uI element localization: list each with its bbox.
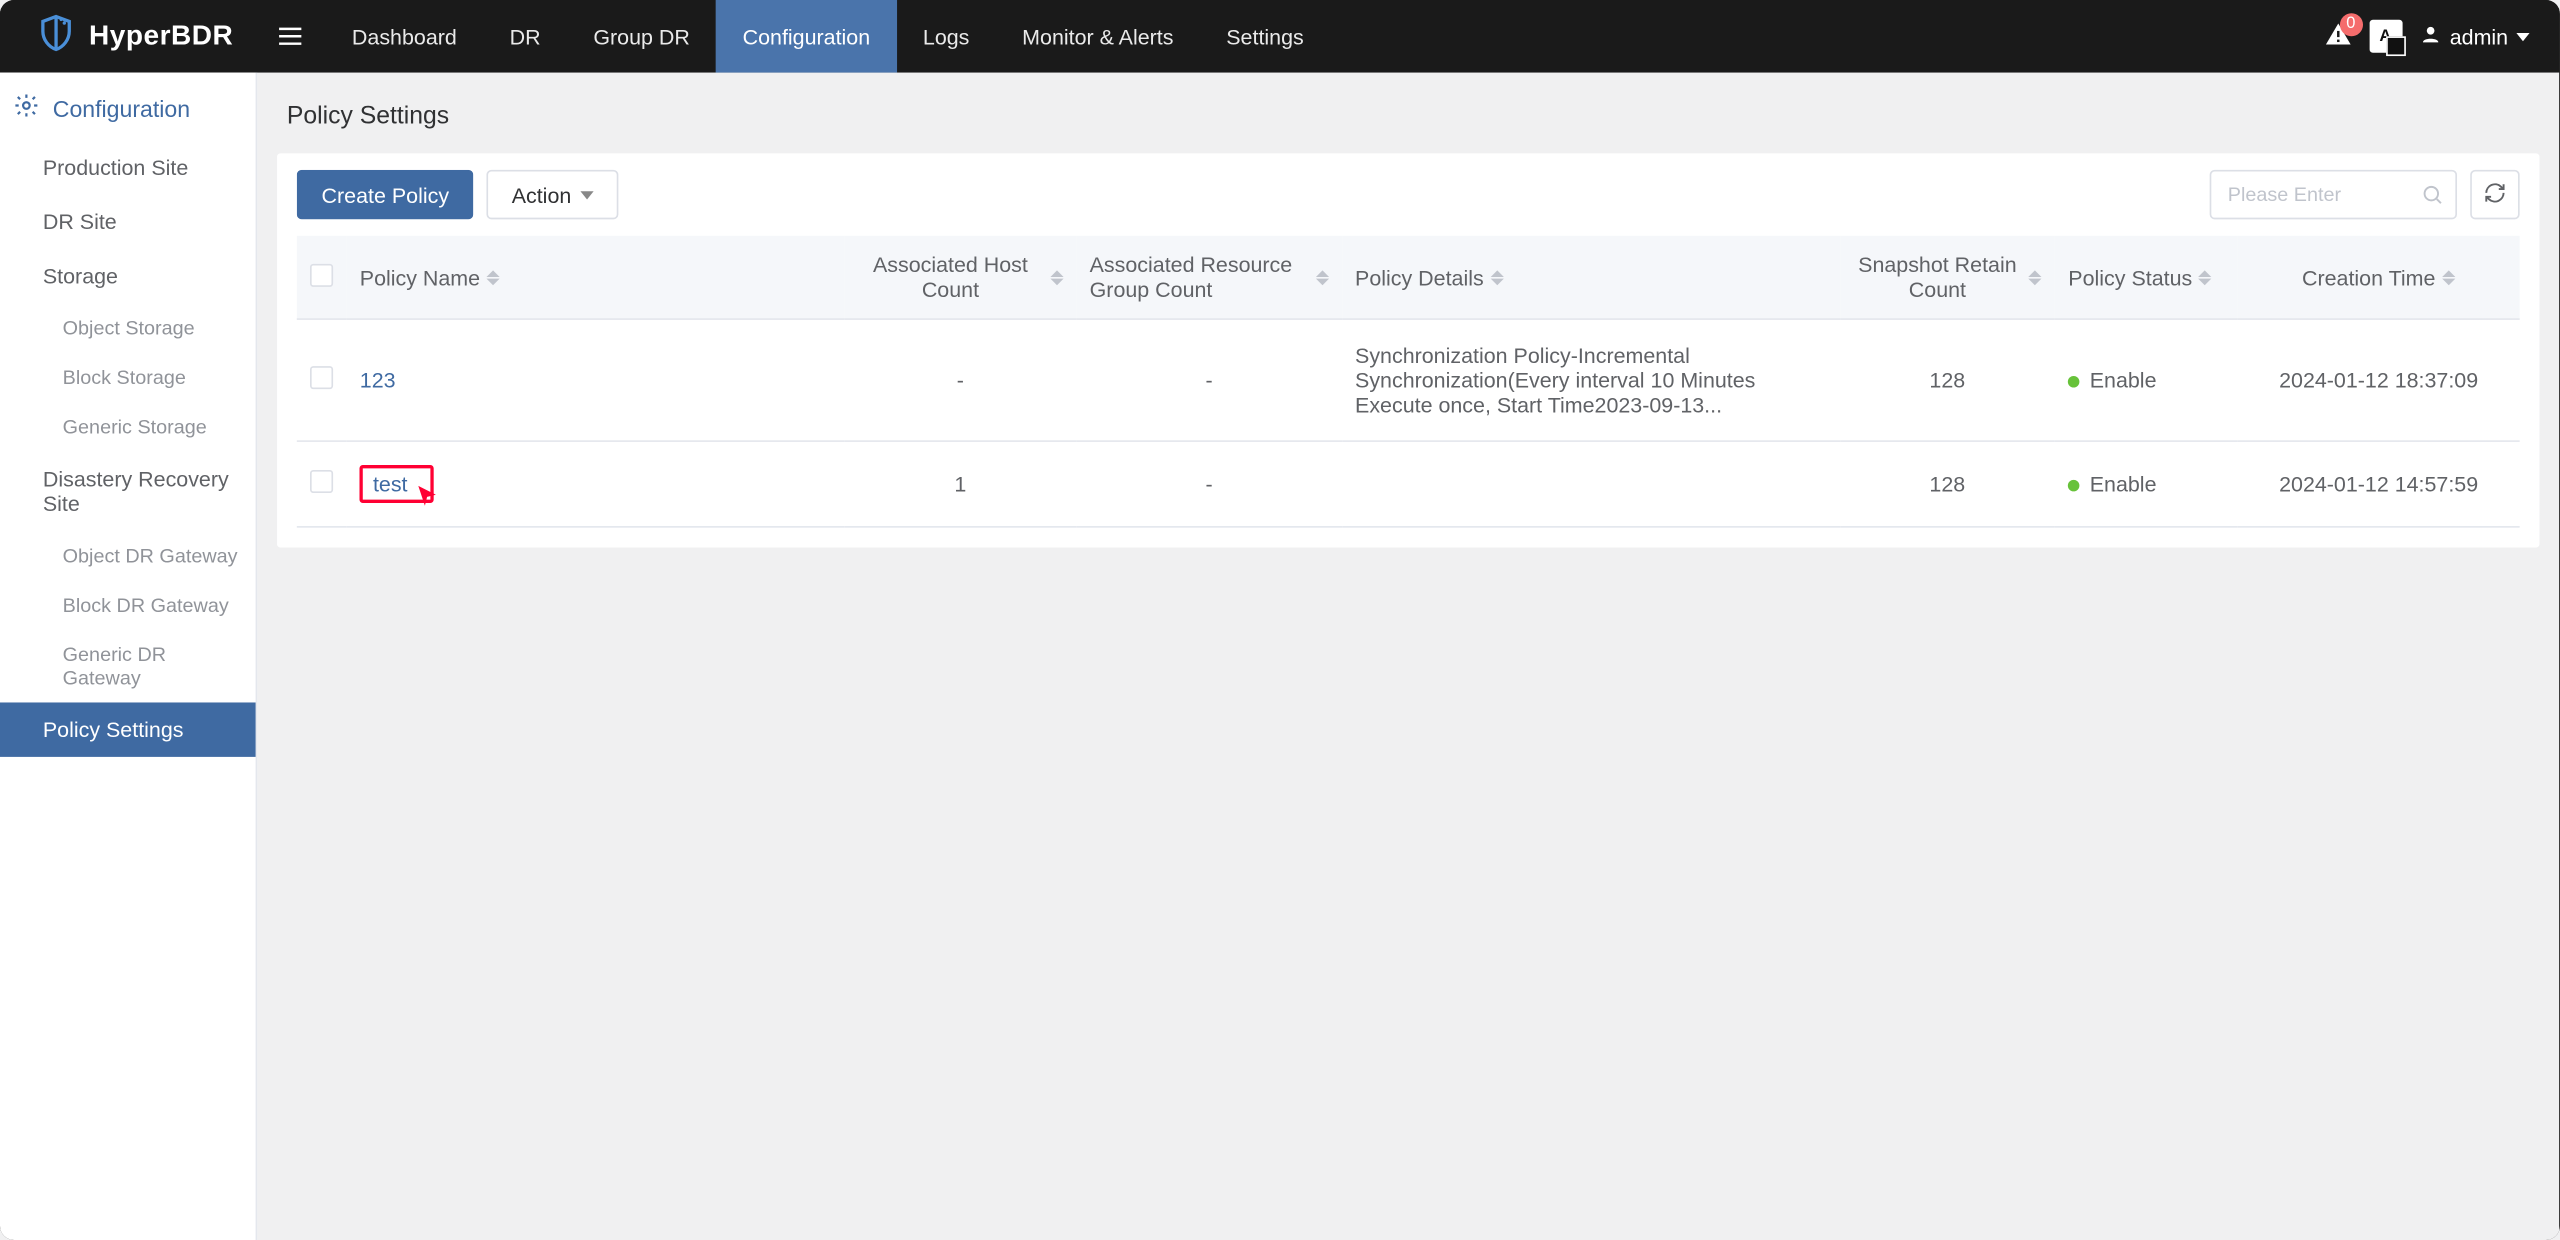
- sidebar-header[interactable]: Configuration: [0, 73, 256, 141]
- col-policy-details[interactable]: Policy Details: [1355, 265, 1484, 290]
- action-dropdown[interactable]: Action: [487, 170, 619, 219]
- sidebar-block-storage[interactable]: Block Storage: [0, 353, 256, 402]
- cell-res: -: [1076, 441, 1341, 527]
- policy-table: Policy Name Associated Host Count Associ…: [297, 236, 2520, 528]
- search-wrap: [2210, 170, 2457, 219]
- sort-icon[interactable]: [1315, 270, 1328, 285]
- cell-time: 2024-01-12 14:57:59: [2238, 441, 2520, 527]
- table-row: test 1 - 128 Enable 2024: [297, 441, 2520, 527]
- language-switch-icon[interactable]: A: [2369, 20, 2402, 53]
- sidebar-object-dr-gateway[interactable]: Object DR Gateway: [0, 531, 256, 580]
- sort-icon[interactable]: [487, 270, 500, 285]
- nav-dr[interactable]: DR: [483, 0, 567, 73]
- cursor-arrow-icon: [414, 482, 440, 513]
- user-menu[interactable]: admin: [2418, 22, 2529, 50]
- menu-toggle-icon[interactable]: [256, 0, 325, 73]
- sort-icon[interactable]: [2442, 270, 2455, 285]
- cell-snap: 128: [1839, 441, 2055, 527]
- nav-settings[interactable]: Settings: [1200, 0, 1330, 73]
- sidebar-dr-site[interactable]: DR Site: [0, 195, 256, 249]
- shield-logo-icon: [36, 12, 76, 60]
- highlight-annotation: test: [360, 465, 434, 503]
- sort-icon[interactable]: [1050, 270, 1063, 285]
- page-title: Policy Settings: [257, 73, 2559, 154]
- chevron-down-icon: [581, 190, 594, 198]
- nav-items: Dashboard DR Group DR Configuration Logs…: [326, 0, 1331, 73]
- sidebar-block-dr-gateway[interactable]: Block DR Gateway: [0, 580, 256, 629]
- nav-group-dr[interactable]: Group DR: [567, 0, 716, 73]
- sort-icon[interactable]: [2029, 270, 2042, 285]
- status-dot-icon: [2068, 376, 2080, 388]
- col-snapshot-retain[interactable]: Snapshot Retain Count: [1853, 252, 2022, 301]
- cell-status: Enable: [2055, 441, 2237, 527]
- row-checkbox[interactable]: [310, 366, 333, 389]
- nav-dashboard[interactable]: Dashboard: [326, 0, 484, 73]
- col-policy-status[interactable]: Policy Status: [2068, 265, 2192, 290]
- toolbar: Create Policy Action: [297, 170, 2520, 219]
- sidebar-storage[interactable]: Storage: [0, 249, 256, 303]
- col-resource-group-count[interactable]: Associated Resource Group Count: [1090, 252, 1309, 301]
- col-policy-name[interactable]: Policy Name: [360, 265, 480, 290]
- col-creation-time[interactable]: Creation Time: [2302, 265, 2435, 290]
- action-label: Action: [512, 182, 572, 207]
- nav-configuration[interactable]: Configuration: [716, 0, 896, 73]
- sort-icon[interactable]: [1490, 270, 1503, 285]
- user-name: admin: [2450, 24, 2508, 49]
- gear-icon: [13, 92, 39, 123]
- policy-name-link[interactable]: test: [373, 472, 408, 497]
- top-nav: HyperBDR Dashboard DR Group DR Configura…: [0, 0, 2559, 73]
- cell-host: 1: [844, 441, 1076, 527]
- table-header-row: Policy Name Associated Host Count Associ…: [297, 236, 2520, 319]
- col-host-count[interactable]: Associated Host Count: [857, 252, 1043, 301]
- sidebar-generic-dr-gateway[interactable]: Generic DR Gateway: [0, 630, 256, 703]
- main-content: Policy Settings Create Policy Action: [257, 73, 2559, 1240]
- brand-name: HyperBDR: [89, 20, 233, 53]
- status-text: Enable: [2090, 472, 2157, 497]
- sort-icon[interactable]: [2199, 270, 2212, 285]
- sidebar-generic-storage[interactable]: Generic Storage: [0, 402, 256, 451]
- refresh-button[interactable]: [2470, 170, 2519, 219]
- sidebar-disaster-recovery-site[interactable]: Disastery Recovery Site: [0, 452, 256, 531]
- caret-down-icon: [2516, 32, 2529, 40]
- cell-snap: 128: [1839, 319, 2055, 441]
- sidebar-object-storage[interactable]: Object Storage: [0, 303, 256, 352]
- row-checkbox[interactable]: [310, 470, 333, 493]
- status-dot-icon: [2068, 480, 2080, 492]
- select-all-checkbox[interactable]: [310, 263, 333, 286]
- policy-card: Create Policy Action: [277, 153, 2539, 547]
- status-text: Enable: [2090, 368, 2157, 393]
- sidebar-policy-settings[interactable]: Policy Settings: [0, 702, 256, 756]
- sidebar-production-site[interactable]: Production Site: [0, 140, 256, 194]
- create-policy-button[interactable]: Create Policy: [297, 170, 474, 219]
- cell-res: -: [1076, 319, 1341, 441]
- cell-status: Enable: [2055, 319, 2237, 441]
- nav-monitor-alerts[interactable]: Monitor & Alerts: [996, 0, 1200, 73]
- nav-logs[interactable]: Logs: [897, 0, 996, 73]
- alerts-count-badge: 0: [2339, 12, 2362, 35]
- cell-host: -: [844, 319, 1076, 441]
- table-row: 123 - - Synchronization Policy-Increment…: [297, 319, 2520, 441]
- user-icon: [2418, 22, 2441, 50]
- alerts-button[interactable]: 0: [2323, 19, 2353, 54]
- cell-time: 2024-01-12 18:37:09: [2238, 319, 2520, 441]
- language-label: A: [2379, 27, 2391, 45]
- cell-details: Synchronization Policy-Incremental Synch…: [1342, 319, 1840, 441]
- cell-details: [1342, 441, 1840, 527]
- sidebar: Configuration Production Site DR Site St…: [0, 73, 257, 1240]
- nav-right: 0 A admin: [2323, 0, 2560, 73]
- sidebar-header-label: Configuration: [53, 95, 190, 121]
- brand: HyperBDR: [0, 0, 256, 73]
- refresh-icon: [2483, 181, 2506, 209]
- policy-name-link[interactable]: 123: [360, 368, 396, 393]
